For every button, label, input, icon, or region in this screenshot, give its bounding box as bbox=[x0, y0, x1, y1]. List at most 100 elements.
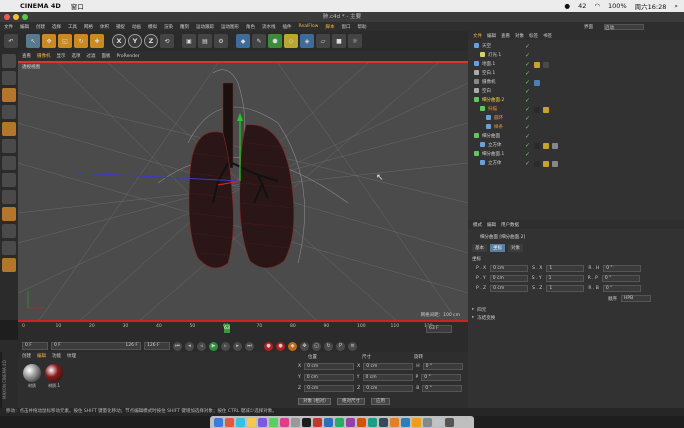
dock-app-icon[interactable] bbox=[302, 417, 311, 427]
coords-size-field[interactable]: 0 cm bbox=[363, 363, 414, 370]
object-manager-tab[interactable]: 标签 bbox=[529, 33, 538, 39]
material-tab[interactable]: 功能 bbox=[52, 353, 61, 359]
menu-item[interactable]: 脚本 bbox=[325, 24, 334, 30]
object-row[interactable]: 样条 ✓ bbox=[468, 123, 684, 132]
dock-app-icon[interactable] bbox=[390, 417, 399, 427]
left-lung-mesh[interactable] bbox=[188, 131, 234, 269]
zoom-icon[interactable] bbox=[22, 14, 28, 20]
cube-icon[interactable]: ◆ bbox=[236, 34, 250, 48]
object-manager-tab[interactable]: 文件 bbox=[473, 33, 482, 39]
object-row[interactable]: 灯光.1 ✓ bbox=[468, 51, 684, 60]
object-name[interactable]: 圆环 bbox=[486, 114, 503, 123]
coords-rotation-field[interactable]: 0 ° bbox=[422, 385, 463, 392]
floor-icon[interactable]: ▱ bbox=[316, 34, 330, 48]
search-icon[interactable]: ⌕ bbox=[674, 2, 678, 11]
coords-size-mode-dropdown[interactable]: 绝对尺寸 bbox=[336, 398, 365, 405]
menu-item[interactable]: 角色 bbox=[246, 24, 255, 30]
visibility-check-icon[interactable]: ✓ bbox=[525, 61, 531, 68]
start-frame-field[interactable]: 0 F bbox=[22, 342, 48, 350]
rotate-icon[interactable]: ↻ bbox=[74, 34, 88, 48]
sculpt-icon[interactable] bbox=[2, 258, 16, 272]
snapping-icon[interactable] bbox=[2, 207, 16, 221]
object-row[interactable]: 圆环 ✓ bbox=[468, 114, 684, 123]
dock-app-icon[interactable] bbox=[269, 417, 278, 427]
object-row[interactable]: 立方体 ✓ bbox=[468, 159, 684, 168]
object-row[interactable]: 扫描 ✓ bbox=[468, 105, 684, 114]
menu-item[interactable]: 文件 bbox=[4, 24, 13, 30]
render-picture-viewer-icon[interactable]: ▤ bbox=[198, 34, 212, 48]
object-name[interactable]: 细分曲面 bbox=[474, 132, 500, 141]
material-preview[interactable] bbox=[45, 364, 63, 382]
minimize-icon[interactable] bbox=[13, 14, 19, 20]
menu-item[interactable]: 选择 bbox=[52, 24, 61, 30]
dock-app-icon[interactable] bbox=[379, 417, 388, 427]
attr-subtab[interactable]: 坐标 bbox=[490, 244, 505, 252]
object-name[interactable]: 空白 bbox=[474, 87, 491, 96]
visibility-check-icon[interactable]: ✓ bbox=[525, 70, 531, 77]
subdivision-icon[interactable]: ⬢ bbox=[268, 34, 282, 48]
dock-app-icon[interactable] bbox=[423, 417, 432, 427]
datetime[interactable]: 周六16:28 bbox=[635, 1, 667, 11]
timeline-menu-icon[interactable]: ≡ bbox=[348, 341, 357, 351]
object-name[interactable]: 立方体 bbox=[480, 159, 502, 168]
tweak-mode-icon[interactable] bbox=[2, 190, 16, 204]
visibility-check-icon[interactable]: ✓ bbox=[525, 79, 531, 86]
window-menu[interactable]: 窗口 bbox=[71, 1, 84, 11]
locked-workplane-icon[interactable] bbox=[2, 224, 16, 238]
camera-icon[interactable]: ■ bbox=[332, 34, 346, 48]
material-item[interactable]: 材质.1 bbox=[44, 364, 64, 389]
menu-item[interactable]: 工具 bbox=[68, 24, 77, 30]
render-view-icon[interactable]: ▣ bbox=[182, 34, 196, 48]
object-tag-icon[interactable] bbox=[534, 79, 540, 86]
viewport-menu-item[interactable]: 选项 bbox=[72, 53, 81, 59]
object-row[interactable]: 细分曲面.1 ✓ bbox=[468, 150, 684, 159]
app-menu[interactable]: CINEMA 4D bbox=[20, 2, 61, 10]
object-tag-icon[interactable] bbox=[534, 142, 540, 149]
undo-icon[interactable]: ↶ bbox=[4, 34, 18, 48]
dock-app-icon[interactable] bbox=[258, 417, 267, 427]
play-icon[interactable]: ▶ bbox=[209, 341, 218, 351]
object-tag-icon[interactable] bbox=[552, 160, 558, 167]
object-name[interactable]: 细分曲面.1 bbox=[474, 150, 504, 159]
visibility-check-icon[interactable]: ✓ bbox=[525, 106, 531, 113]
object-manager-tab[interactable]: 查看 bbox=[501, 33, 510, 39]
menu-item[interactable]: 帮助 bbox=[357, 24, 366, 30]
menu-item[interactable]: 渲染 bbox=[164, 24, 173, 30]
viewport-menu-item[interactable]: 显示 bbox=[57, 53, 66, 59]
dock-app-icon[interactable] bbox=[368, 417, 377, 427]
menu-item[interactable]: 雕刻 bbox=[180, 24, 189, 30]
coords-size-field[interactable]: 0 cm bbox=[362, 374, 413, 381]
visibility-check-icon[interactable]: ✓ bbox=[525, 151, 531, 158]
material-tab[interactable]: 编辑 bbox=[37, 353, 46, 359]
coords-rotation-field[interactable]: 0 ° bbox=[422, 363, 463, 370]
attr-p-field[interactable]: 0 cm bbox=[490, 285, 529, 292]
visibility-check-icon[interactable]: ✓ bbox=[525, 160, 531, 167]
object-name[interactable]: 样条 bbox=[486, 123, 503, 132]
array-icon[interactable]: ◇ bbox=[284, 34, 298, 48]
dock-app-icon[interactable] bbox=[280, 417, 289, 427]
attr-collapsed-group[interactable]: 四元 bbox=[472, 307, 486, 313]
dock-app-icon[interactable] bbox=[434, 417, 443, 427]
deformer-icon[interactable]: ◈ bbox=[300, 34, 314, 48]
material-item[interactable]: 材质 bbox=[22, 364, 42, 389]
material-preview[interactable] bbox=[23, 364, 41, 382]
position-key-icon[interactable]: ✥ bbox=[300, 341, 309, 351]
coords-mode-dropdown[interactable]: 对象 (相对) bbox=[298, 398, 331, 405]
attr-subtab[interactable]: 基本 bbox=[472, 244, 487, 252]
order-dropdown[interactable]: HPB bbox=[621, 295, 651, 302]
coords-position-field[interactable]: 0 cm bbox=[304, 363, 355, 370]
object-name[interactable]: 天空 bbox=[474, 42, 491, 51]
dock-app-icon[interactable] bbox=[335, 417, 344, 427]
timeline[interactable]: 0102030405060708090100110120 63 63 F bbox=[18, 320, 468, 340]
wifi-icon[interactable]: ◠ bbox=[594, 2, 600, 10]
object-tag-icon[interactable] bbox=[534, 106, 540, 113]
recent-tool-icon[interactable]: ✚ bbox=[90, 34, 104, 48]
go-start-icon[interactable]: ⏮ bbox=[173, 341, 182, 351]
dock-app-icon[interactable] bbox=[346, 417, 355, 427]
visibility-check-icon[interactable]: ✓ bbox=[525, 43, 531, 50]
object-row[interactable]: 天空 ✓ bbox=[468, 42, 684, 51]
dock-app-icon[interactable] bbox=[324, 417, 333, 427]
layout-dropdown[interactable]: 启动 bbox=[604, 23, 644, 31]
menu-item[interactable]: 模拟 bbox=[148, 24, 157, 30]
menu-item[interactable]: 流水线 bbox=[262, 24, 276, 30]
